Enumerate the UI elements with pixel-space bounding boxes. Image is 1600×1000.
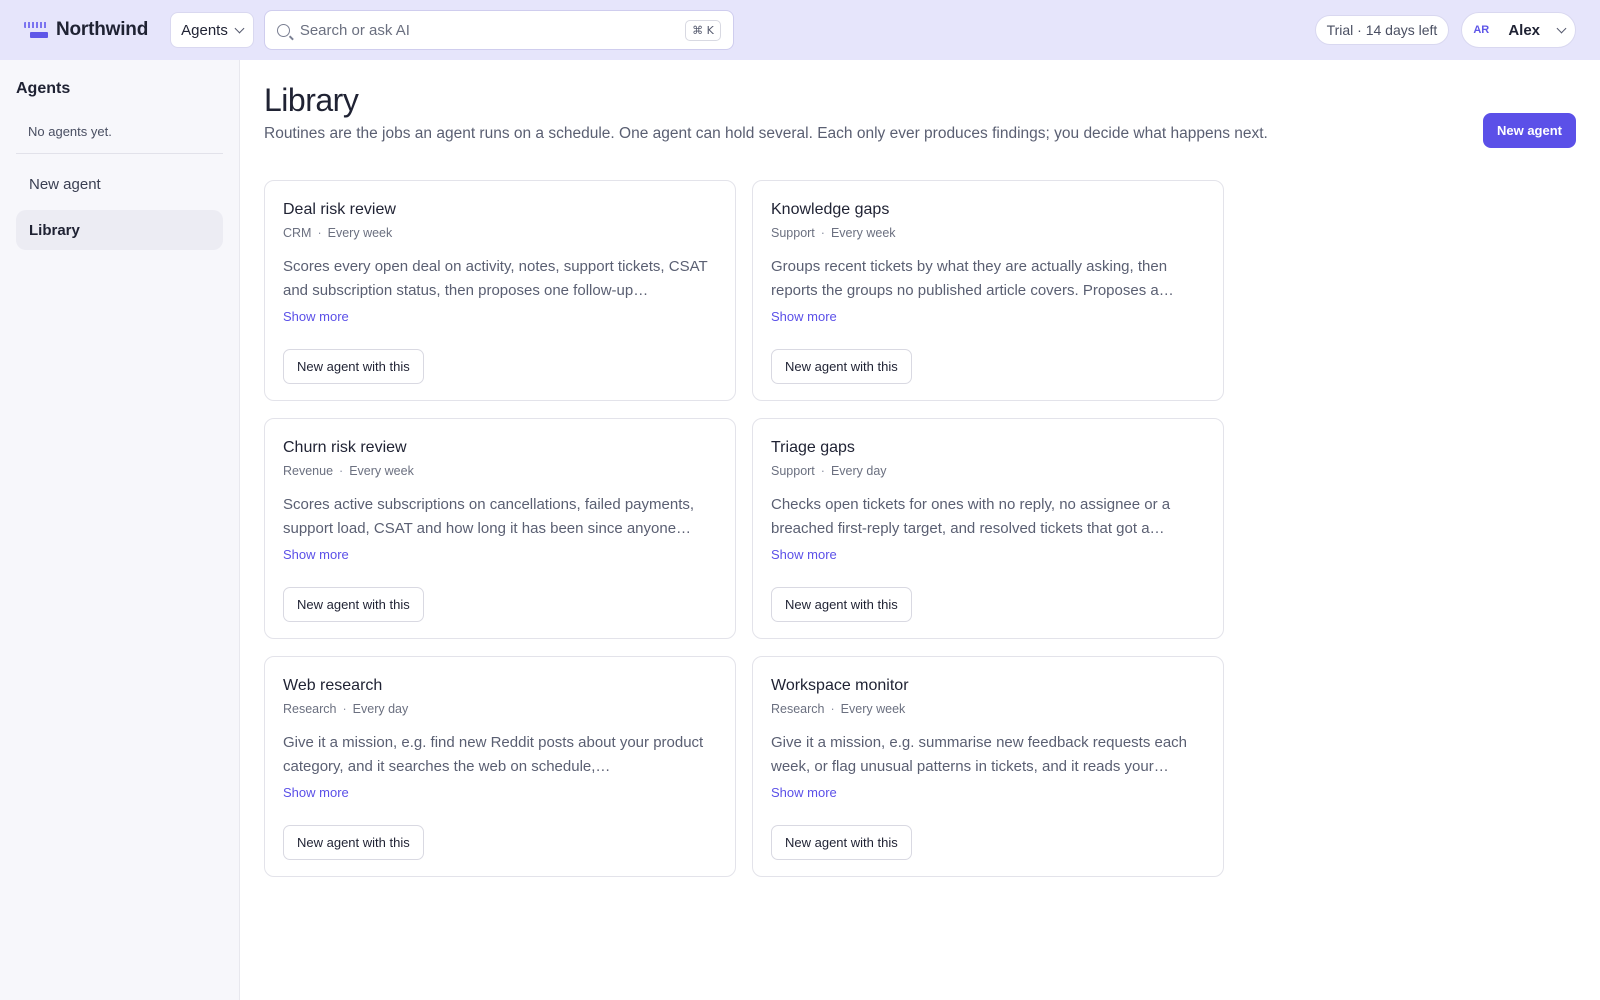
routine-card-churn-risk-review: Churn risk review Revenue · Every week S… xyxy=(264,418,736,639)
routine-schedule: Every week xyxy=(349,464,414,478)
top-bar: Northwind Agents ⌘ K Trial · 14 days lef… xyxy=(0,0,1600,60)
routine-description: Give it a mission, e.g. summarise new fe… xyxy=(771,734,1188,775)
page-subtitle: Routines are the jobs an agent runs on a… xyxy=(264,125,1268,142)
routine-card-web-research: Web research Research · Every day Give i… xyxy=(264,656,736,877)
new-agent-with-this-button[interactable]: New agent with this xyxy=(771,825,912,860)
search-shortcut-badge: ⌘ K xyxy=(685,19,721,41)
routine-schedule: Every day xyxy=(830,464,887,478)
search-icon xyxy=(276,23,290,37)
routine-description: Scores every open deal on activity, note… xyxy=(283,258,708,299)
routine-card-title: Deal risk review xyxy=(283,201,396,218)
routine-category: Research xyxy=(771,702,825,716)
user-menu[interactable]: AR Alex xyxy=(1461,12,1576,48)
routine-card-title: Workspace monitor xyxy=(771,677,909,694)
separator-dot: · xyxy=(317,226,322,240)
show-more-link[interactable]: Show more xyxy=(771,547,837,562)
routine-category: Revenue xyxy=(283,464,334,478)
sidebar-empty-state: No agents yet. xyxy=(16,124,223,154)
routine-card-title: Web research xyxy=(283,677,383,694)
separator-dot: · xyxy=(342,702,347,716)
routine-card-workspace-monitor: Workspace monitor Research · Every week … xyxy=(752,656,1224,877)
trial-badge[interactable]: Trial · 14 days left xyxy=(1314,15,1450,45)
routine-card-meta: CRM · Every week xyxy=(283,226,717,240)
show-more-link[interactable]: Show more xyxy=(283,785,349,800)
routine-description: Give it a mission, e.g. find new Reddit … xyxy=(283,734,704,775)
new-agent-with-this-button[interactable]: New agent with this xyxy=(283,349,424,384)
show-more-link[interactable]: Show more xyxy=(771,309,837,324)
routine-card-title: Knowledge gaps xyxy=(771,201,890,218)
new-agent-with-this-button[interactable]: New agent with this xyxy=(771,587,912,622)
show-more-link[interactable]: Show more xyxy=(771,785,837,800)
routine-description: Groups recent tickets by what they are a… xyxy=(771,258,1174,299)
search-input[interactable] xyxy=(299,21,676,39)
routine-category: CRM xyxy=(283,226,312,240)
routine-card-title: Triage gaps xyxy=(771,439,855,456)
routine-card-title: Churn risk review xyxy=(283,439,407,456)
new-agent-button[interactable]: New agent xyxy=(1482,113,1576,148)
routine-card-meta: Support · Every week xyxy=(771,226,1205,240)
show-more-link[interactable]: Show more xyxy=(283,309,349,324)
separator-dot: · xyxy=(820,464,825,478)
routine-schedule: Every day xyxy=(352,702,409,716)
sidebar-item-new-agent[interactable]: New agent xyxy=(16,164,223,204)
page-title: Library xyxy=(264,82,359,118)
separator-dot: · xyxy=(820,226,825,240)
routine-category: Support xyxy=(771,226,815,240)
routine-schedule: Every week xyxy=(327,226,393,240)
routine-card-meta: Research · Every day xyxy=(283,702,717,716)
brand[interactable]: Northwind xyxy=(24,19,148,41)
routine-schedule: Every week xyxy=(840,702,906,716)
sidebar-item-library[interactable]: Library xyxy=(16,210,223,250)
show-more-link[interactable]: Show more xyxy=(283,547,349,562)
new-agent-with-this-button[interactable]: New agent with this xyxy=(283,825,424,860)
routine-card-meta: Revenue · Every week xyxy=(283,464,717,478)
routine-category: Support xyxy=(771,464,815,478)
brand-name: Northwind xyxy=(56,19,149,40)
routine-card-triage-gaps: Triage gaps Support · Every day Checks o… xyxy=(752,418,1224,639)
routine-library-grid: Deal risk review CRM · Every week Scores… xyxy=(264,180,1224,877)
routine-description: Scores active subscriptions on cancellat… xyxy=(283,496,695,537)
chevron-down-icon xyxy=(234,23,245,33)
routine-card-deal-risk-review: Deal risk review CRM · Every week Scores… xyxy=(264,180,736,401)
avatar: AR xyxy=(1473,24,1490,36)
routine-schedule: Every week xyxy=(830,226,896,240)
sidebar: Agents No agents yet. New agent Library xyxy=(0,60,240,1000)
routine-category: Research xyxy=(283,702,337,716)
chevron-down-icon xyxy=(1556,23,1567,33)
main-content: Library Routines are the jobs an agent r… xyxy=(264,60,1600,1000)
routine-card-meta: Research · Every week xyxy=(771,702,1205,716)
new-agent-with-this-button[interactable]: New agent with this xyxy=(771,349,912,384)
routine-card-knowledge-gaps: Knowledge gaps Support · Every week Grou… xyxy=(752,180,1224,401)
section-switcher-label: Agents xyxy=(181,21,228,39)
routine-description: Checks open tickets for ones with no rep… xyxy=(771,496,1171,537)
routine-card-meta: Support · Every day xyxy=(771,464,1205,478)
new-agent-with-this-button[interactable]: New agent with this xyxy=(283,587,424,622)
user-name: Alex xyxy=(1508,21,1540,39)
northwind-logo-icon xyxy=(24,20,48,40)
section-switcher[interactable]: Agents xyxy=(170,12,254,48)
search-bar[interactable]: ⌘ K xyxy=(263,10,734,50)
separator-dot: · xyxy=(339,464,344,478)
sidebar-title: Agents xyxy=(16,80,71,97)
separator-dot: · xyxy=(830,702,835,716)
